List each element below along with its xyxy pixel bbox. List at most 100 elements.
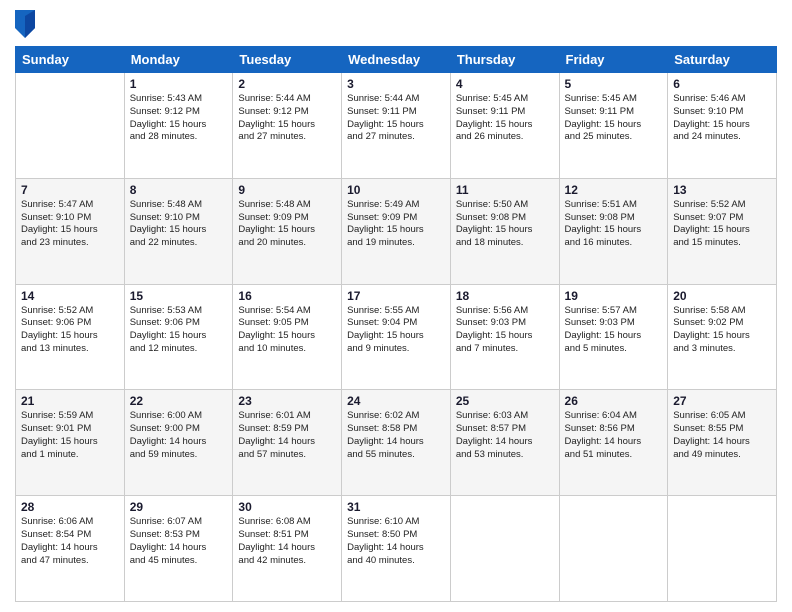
- calendar-cell: [668, 496, 777, 602]
- day-number: 15: [130, 289, 228, 303]
- day-info: Sunrise: 5:47 AM Sunset: 9:10 PM Dayligh…: [21, 199, 119, 250]
- calendar-cell: 3 Sunrise: 5:44 AM Sunset: 9:11 PM Daylig…: [342, 73, 451, 179]
- calendar-cell: 4 Sunrise: 5:45 AM Sunset: 9:11 PM Daylig…: [450, 73, 559, 179]
- day-number: 20: [673, 289, 771, 303]
- calendar-week-4: 21 Sunrise: 5:59 AM Sunset: 9:01 PM Dayli…: [16, 390, 777, 496]
- day-info: Sunrise: 6:08 AM Sunset: 8:51 PM Dayligh…: [238, 516, 336, 567]
- day-info: Sunrise: 6:03 AM Sunset: 8:57 PM Dayligh…: [456, 410, 554, 461]
- day-info: Sunrise: 6:01 AM Sunset: 8:59 PM Dayligh…: [238, 410, 336, 461]
- calendar-cell: 31 Sunrise: 6:10 AM Sunset: 8:50 PM Dayli…: [342, 496, 451, 602]
- day-number: 19: [565, 289, 663, 303]
- calendar-cell: 12 Sunrise: 5:51 AM Sunset: 9:08 PM Dayli…: [559, 178, 668, 284]
- calendar-cell: 11 Sunrise: 5:50 AM Sunset: 9:08 PM Dayli…: [450, 178, 559, 284]
- day-number: 25: [456, 394, 554, 408]
- calendar-header-monday: Monday: [124, 47, 233, 73]
- calendar-cell: 29 Sunrise: 6:07 AM Sunset: 8:53 PM Dayli…: [124, 496, 233, 602]
- day-info: Sunrise: 5:46 AM Sunset: 9:10 PM Dayligh…: [673, 93, 771, 144]
- day-number: 10: [347, 183, 445, 197]
- calendar-table: SundayMondayTuesdayWednesdayThursdayFrid…: [15, 46, 777, 602]
- calendar-cell: 20 Sunrise: 5:58 AM Sunset: 9:02 PM Dayli…: [668, 284, 777, 390]
- calendar-cell: [559, 496, 668, 602]
- day-info: Sunrise: 5:59 AM Sunset: 9:01 PM Dayligh…: [21, 410, 119, 461]
- calendar-cell: 8 Sunrise: 5:48 AM Sunset: 9:10 PM Daylig…: [124, 178, 233, 284]
- day-info: Sunrise: 5:43 AM Sunset: 9:12 PM Dayligh…: [130, 93, 228, 144]
- day-number: 5: [565, 77, 663, 91]
- calendar-cell: 26 Sunrise: 6:04 AM Sunset: 8:56 PM Dayli…: [559, 390, 668, 496]
- calendar-cell: 17 Sunrise: 5:55 AM Sunset: 9:04 PM Dayli…: [342, 284, 451, 390]
- day-info: Sunrise: 5:58 AM Sunset: 9:02 PM Dayligh…: [673, 305, 771, 356]
- day-info: Sunrise: 5:53 AM Sunset: 9:06 PM Dayligh…: [130, 305, 228, 356]
- calendar-header-row: SundayMondayTuesdayWednesdayThursdayFrid…: [16, 47, 777, 73]
- day-number: 29: [130, 500, 228, 514]
- day-info: Sunrise: 5:45 AM Sunset: 9:11 PM Dayligh…: [565, 93, 663, 144]
- day-number: 14: [21, 289, 119, 303]
- day-info: Sunrise: 5:45 AM Sunset: 9:11 PM Dayligh…: [456, 93, 554, 144]
- calendar-week-1: 1 Sunrise: 5:43 AM Sunset: 9:12 PM Daylig…: [16, 73, 777, 179]
- calendar-cell: 13Sunrise: 5:52 AM Sunset: 9:07 PM Dayli…: [668, 178, 777, 284]
- calendar-cell: 25 Sunrise: 6:03 AM Sunset: 8:57 PM Dayli…: [450, 390, 559, 496]
- day-number: 17: [347, 289, 445, 303]
- day-number: 6: [673, 77, 771, 91]
- calendar-week-3: 14Sunrise: 5:52 AM Sunset: 9:06 PM Dayli…: [16, 284, 777, 390]
- day-info: Sunrise: 5:44 AM Sunset: 9:11 PM Dayligh…: [347, 93, 445, 144]
- page: SundayMondayTuesdayWednesdayThursdayFrid…: [0, 0, 792, 612]
- calendar-week-2: 7Sunrise: 5:47 AM Sunset: 9:10 PM Daylig…: [16, 178, 777, 284]
- calendar-cell: 7Sunrise: 5:47 AM Sunset: 9:10 PM Daylig…: [16, 178, 125, 284]
- calendar-cell: 23 Sunrise: 6:01 AM Sunset: 8:59 PM Dayli…: [233, 390, 342, 496]
- day-number: 3: [347, 77, 445, 91]
- day-info: Sunrise: 5:54 AM Sunset: 9:05 PM Dayligh…: [238, 305, 336, 356]
- day-info: Sunrise: 5:49 AM Sunset: 9:09 PM Dayligh…: [347, 199, 445, 250]
- calendar-cell: 16Sunrise: 5:54 AM Sunset: 9:05 PM Dayli…: [233, 284, 342, 390]
- header: [15, 10, 777, 38]
- day-number: 24: [347, 394, 445, 408]
- day-number: 27: [673, 394, 771, 408]
- day-number: 23: [238, 394, 336, 408]
- day-info: Sunrise: 6:07 AM Sunset: 8:53 PM Dayligh…: [130, 516, 228, 567]
- calendar-cell: 5 Sunrise: 5:45 AM Sunset: 9:11 PM Daylig…: [559, 73, 668, 179]
- day-info: Sunrise: 5:50 AM Sunset: 9:08 PM Dayligh…: [456, 199, 554, 250]
- day-number: 1: [130, 77, 228, 91]
- day-number: 8: [130, 183, 228, 197]
- day-info: Sunrise: 6:00 AM Sunset: 9:00 PM Dayligh…: [130, 410, 228, 461]
- day-number: 2: [238, 77, 336, 91]
- calendar-cell: 9 Sunrise: 5:48 AM Sunset: 9:09 PM Daylig…: [233, 178, 342, 284]
- day-number: 22: [130, 394, 228, 408]
- day-number: 30: [238, 500, 336, 514]
- calendar-header-thursday: Thursday: [450, 47, 559, 73]
- day-number: 11: [456, 183, 554, 197]
- calendar-cell: 2Sunrise: 5:44 AM Sunset: 9:12 PM Daylig…: [233, 73, 342, 179]
- day-info: Sunrise: 6:02 AM Sunset: 8:58 PM Dayligh…: [347, 410, 445, 461]
- day-info: Sunrise: 5:51 AM Sunset: 9:08 PM Dayligh…: [565, 199, 663, 250]
- day-info: Sunrise: 5:56 AM Sunset: 9:03 PM Dayligh…: [456, 305, 554, 356]
- day-info: Sunrise: 5:57 AM Sunset: 9:03 PM Dayligh…: [565, 305, 663, 356]
- calendar-cell: 30 Sunrise: 6:08 AM Sunset: 8:51 PM Dayli…: [233, 496, 342, 602]
- calendar-cell: 22 Sunrise: 6:00 AM Sunset: 9:00 PM Dayli…: [124, 390, 233, 496]
- calendar-header-sunday: Sunday: [16, 47, 125, 73]
- logo: [15, 10, 39, 38]
- calendar-cell: [450, 496, 559, 602]
- calendar-cell: 28Sunrise: 6:06 AM Sunset: 8:54 PM Dayli…: [16, 496, 125, 602]
- calendar-cell: 18Sunrise: 5:56 AM Sunset: 9:03 PM Dayli…: [450, 284, 559, 390]
- day-info: Sunrise: 6:05 AM Sunset: 8:55 PM Dayligh…: [673, 410, 771, 461]
- calendar-cell: [16, 73, 125, 179]
- day-info: Sunrise: 5:48 AM Sunset: 9:10 PM Dayligh…: [130, 199, 228, 250]
- day-number: 26: [565, 394, 663, 408]
- day-number: 4: [456, 77, 554, 91]
- day-number: 9: [238, 183, 336, 197]
- day-info: Sunrise: 6:04 AM Sunset: 8:56 PM Dayligh…: [565, 410, 663, 461]
- calendar-cell: 14Sunrise: 5:52 AM Sunset: 9:06 PM Dayli…: [16, 284, 125, 390]
- calendar-header-saturday: Saturday: [668, 47, 777, 73]
- calendar-cell: 10 Sunrise: 5:49 AM Sunset: 9:09 PM Dayli…: [342, 178, 451, 284]
- calendar-cell: 15 Sunrise: 5:53 AM Sunset: 9:06 PM Dayli…: [124, 284, 233, 390]
- day-info: Sunrise: 5:48 AM Sunset: 9:09 PM Dayligh…: [238, 199, 336, 250]
- calendar-cell: 27 Sunrise: 6:05 AM Sunset: 8:55 PM Dayli…: [668, 390, 777, 496]
- day-info: Sunrise: 6:10 AM Sunset: 8:50 PM Dayligh…: [347, 516, 445, 567]
- calendar-cell: 6 Sunrise: 5:46 AM Sunset: 9:10 PM Daylig…: [668, 73, 777, 179]
- day-number: 31: [347, 500, 445, 514]
- day-number: 12: [565, 183, 663, 197]
- day-number: 21: [21, 394, 119, 408]
- day-info: Sunrise: 6:06 AM Sunset: 8:54 PM Dayligh…: [21, 516, 119, 567]
- day-info: Sunrise: 5:55 AM Sunset: 9:04 PM Dayligh…: [347, 305, 445, 356]
- calendar-cell: 19 Sunrise: 5:57 AM Sunset: 9:03 PM Dayli…: [559, 284, 668, 390]
- day-info: Sunrise: 5:52 AM Sunset: 9:07 PM Dayligh…: [673, 199, 771, 250]
